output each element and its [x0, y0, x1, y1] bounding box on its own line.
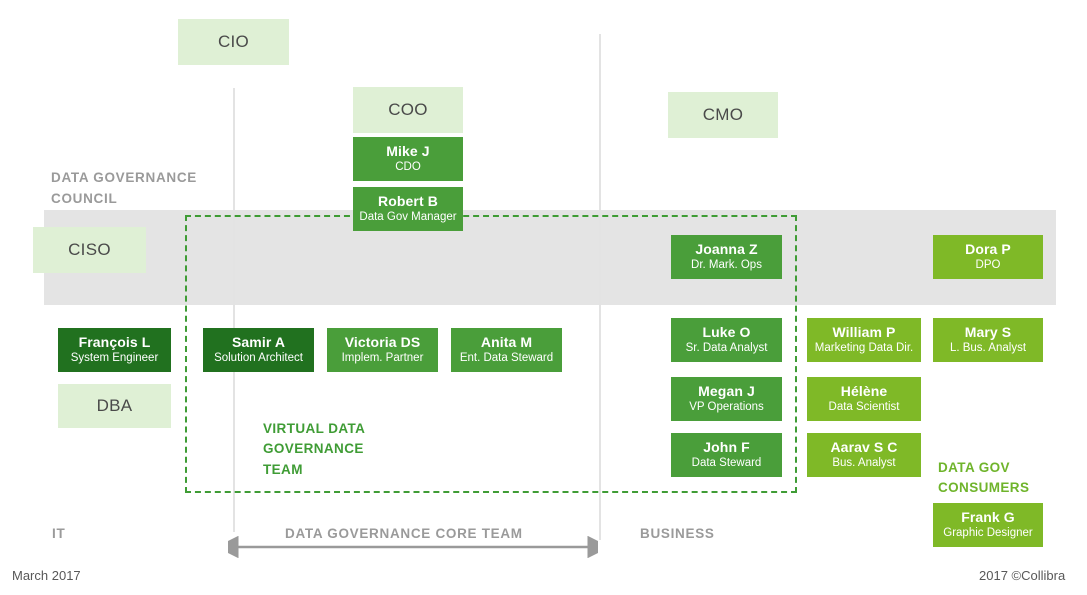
person-box-luke-o[interactable]: Luke O Sr. Data Analyst [671, 318, 782, 362]
person-role: Data Steward [691, 456, 762, 469]
role-box-cmo-label: CMO [702, 105, 744, 125]
role-box-dba-label: DBA [96, 396, 133, 416]
person-name: Anita M [480, 334, 533, 351]
person-name: William P [832, 324, 896, 341]
person-name: Aarav S C [830, 439, 898, 456]
footer-date: March 2017 [12, 568, 81, 583]
label-data-gov-consumers: DATA GOV CONSUMERS [938, 460, 1030, 496]
person-role: Solution Architect [214, 351, 303, 364]
person-box-megan-j[interactable]: Megan J VP Operations [671, 377, 782, 421]
person-box-samir-a[interactable]: Samir A Solution Architect [203, 328, 314, 372]
person-box-william-p[interactable]: William P Marketing Data Dir. [807, 318, 921, 362]
person-role: Sr. Data Analyst [685, 341, 768, 354]
org-chart-canvas: CIO COO CMO CISO DBA Mike J CDO Robert B… [0, 0, 1087, 595]
person-name: John F [703, 439, 750, 456]
person-box-mike-j[interactable]: Mike J CDO [353, 137, 463, 181]
person-role: Bus. Analyst [832, 456, 896, 469]
person-role: CDO [395, 160, 421, 173]
person-role: Marketing Data Dir. [814, 341, 914, 354]
core-team-span-arrow [216, 535, 610, 559]
person-name: Victoria DS [344, 334, 421, 351]
person-role: Data Scientist [828, 400, 900, 413]
person-role: System Engineer [70, 351, 159, 364]
role-box-cio[interactable]: CIO [178, 19, 289, 65]
person-box-frank-g[interactable]: Frank G Graphic Designer [933, 503, 1043, 547]
person-box-mary-s[interactable]: Mary S L. Bus. Analyst [933, 318, 1043, 362]
person-name: Mike J [386, 143, 430, 160]
person-box-dora-p[interactable]: Dora P DPO [933, 235, 1043, 279]
role-box-cio-label: CIO [217, 32, 250, 52]
person-name: Frank G [961, 509, 1015, 526]
person-role: Data Gov Manager [359, 210, 457, 223]
person-name: Robert B [378, 193, 438, 210]
person-name: Dora P [965, 241, 1011, 258]
person-name: François L [78, 334, 151, 351]
role-box-ciso-label: CISO [68, 240, 111, 260]
person-name: Joanna Z [695, 241, 758, 258]
person-box-john-f[interactable]: John F Data Steward [671, 433, 782, 477]
role-box-coo-label: COO [388, 100, 428, 120]
person-role: DPO [975, 258, 1001, 271]
role-box-coo[interactable]: COO [353, 87, 463, 133]
person-box-anita-m[interactable]: Anita M Ent. Data Steward [451, 328, 562, 372]
footer-copyright: 2017 ©Collibra [979, 568, 1066, 583]
person-name: Luke O [702, 324, 751, 341]
person-role: Graphic Designer [943, 526, 1033, 539]
person-role: L. Bus. Analyst [949, 341, 1027, 354]
label-virtual-data-governance-team: VIRTUAL DATA GOVERNANCE TEAM [263, 421, 366, 477]
person-box-robert-b[interactable]: Robert B Data Gov Manager [353, 187, 463, 231]
person-name: Hélène [840, 383, 888, 400]
person-name: Mary S [964, 324, 1012, 341]
person-box-aarav-s-c[interactable]: Aarav S C Bus. Analyst [807, 433, 921, 477]
person-role: Ent. Data Steward [459, 351, 554, 364]
label-business: BUSINESS [640, 526, 715, 541]
person-box-victoria-ds[interactable]: Victoria DS Implem. Partner [327, 328, 438, 372]
person-role: VP Operations [689, 400, 764, 413]
person-box-francois-l[interactable]: François L System Engineer [58, 328, 171, 372]
person-box-helene[interactable]: Hélène Data Scientist [807, 377, 921, 421]
person-box-joanna-z[interactable]: Joanna Z Dr. Mark. Ops [671, 235, 782, 279]
role-box-cmo[interactable]: CMO [668, 92, 778, 138]
person-role: Implem. Partner [341, 351, 424, 364]
person-role: Dr. Mark. Ops [691, 258, 762, 271]
label-it: IT [52, 526, 66, 541]
label-data-governance-council: DATA GOVERNANCE COUNCIL [51, 170, 198, 206]
role-box-ciso[interactable]: CISO [33, 227, 146, 273]
person-name: Megan J [698, 383, 755, 400]
person-name: Samir A [231, 334, 286, 351]
role-box-dba[interactable]: DBA [58, 384, 171, 428]
